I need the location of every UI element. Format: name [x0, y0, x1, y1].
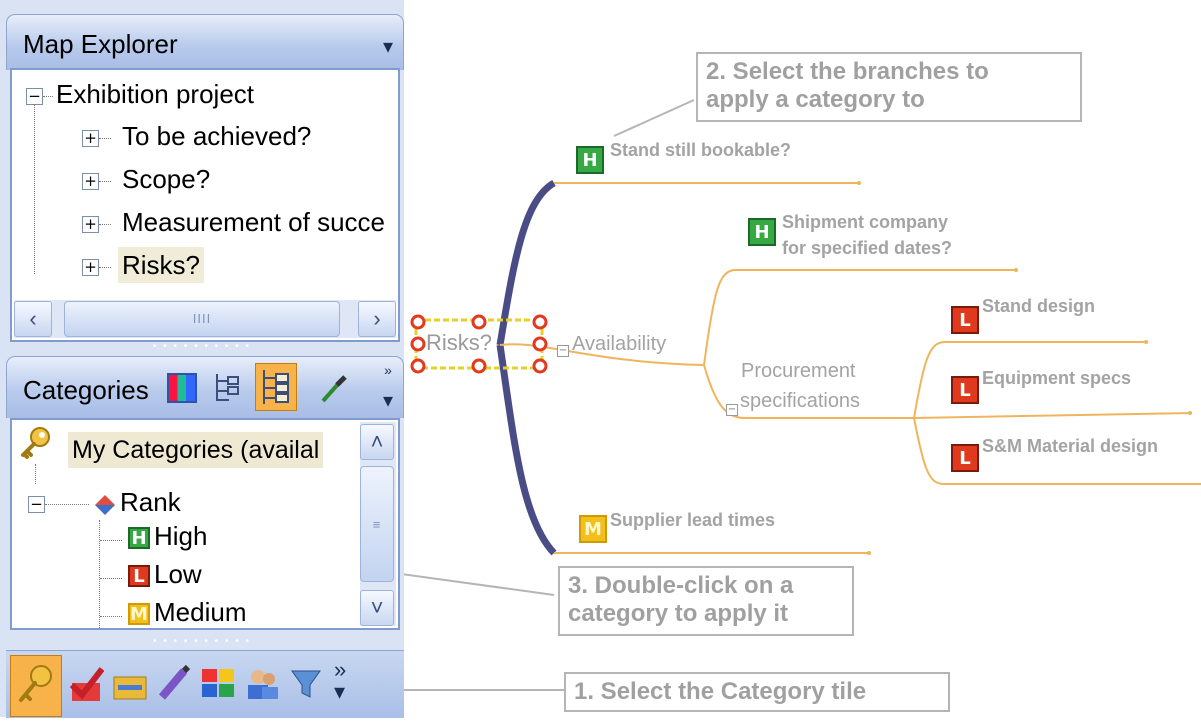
callout-step2-line1: 2. Select the branches to — [706, 58, 989, 85]
callout-step-3: 3. Double-click on a category to apply i… — [558, 566, 854, 636]
pane-menu-icon[interactable]: ▾ — [379, 387, 397, 415]
medium-tag-icon: M — [128, 603, 150, 625]
topic-procurement-line2[interactable]: specifications — [740, 390, 860, 413]
list-view-icon[interactable] — [255, 363, 297, 411]
rank-label[interactable]: Rank — [120, 484, 181, 520]
low-tag-icon: L — [951, 376, 979, 404]
callout-step-1: 1. Select the Category tile — [564, 672, 950, 712]
medium-tag-icon: M — [579, 515, 607, 543]
callout-step-2: 2. Select the branches to apply a catego… — [696, 52, 1082, 122]
tree-item-measurement[interactable]: Measurement of succe — [122, 204, 385, 240]
callout-step1-text: 1. Select the Category tile — [574, 678, 867, 705]
collapse-toggle[interactable]: − — [557, 345, 569, 357]
key-icon[interactable] — [10, 655, 62, 717]
category-low[interactable]: Low — [154, 556, 202, 592]
central-topic[interactable]: Risks? — [426, 330, 492, 356]
contacts-icon[interactable] — [244, 663, 280, 703]
category-high[interactable]: High — [154, 518, 207, 554]
callout-step2-line2: apply a category to — [706, 86, 925, 113]
low-tag-icon: L — [951, 444, 979, 472]
expand-toggle[interactable]: + — [82, 216, 99, 233]
callout-step3-line1: 3. Double-click on a — [568, 572, 794, 599]
topic-shipment-line1[interactable]: Shipment company — [782, 212, 948, 233]
tree-root-label[interactable]: Exhibition project — [56, 76, 254, 112]
tile-bar: » ▾ — [6, 650, 404, 718]
scroll-thumb[interactable]: ≡ — [360, 466, 394, 582]
pane-menu-icon[interactable]: ▾ — [379, 33, 397, 61]
topic-sm-material-design[interactable]: S&M Material design — [982, 436, 1158, 457]
topic-stand-still-bookable[interactable]: Stand still bookable? — [610, 140, 791, 161]
eyedropper-icon[interactable] — [317, 371, 347, 403]
check-icon[interactable] — [68, 663, 105, 703]
rank-icon — [92, 492, 118, 518]
expand-toggle[interactable]: + — [82, 130, 99, 147]
topic-stand-design[interactable]: Stand design — [982, 296, 1095, 317]
scroll-thumb[interactable]: IIII — [64, 301, 340, 337]
scroll-left-icon[interactable]: ‹ — [14, 301, 52, 337]
more-icon[interactable]: » ▾ — [334, 659, 370, 703]
pane-splitter[interactable]: • • • • • • • • • • — [0, 342, 404, 355]
expand-toggle[interactable]: + — [82, 259, 99, 276]
tree-item-scope[interactable]: Scope? — [122, 161, 210, 197]
map-explorer-title: Map Explorer — [23, 29, 178, 59]
high-tag-icon: H — [576, 146, 604, 174]
topic-supplier-lead-times[interactable]: Supplier lead times — [610, 510, 775, 531]
map-explorer-tree: − Exhibition project + To be achieved? +… — [10, 68, 400, 342]
expand-toggle[interactable]: + — [82, 173, 99, 190]
collapse-toggle[interactable]: − — [28, 496, 45, 513]
pen-icon[interactable] — [156, 663, 192, 703]
category-grid-icon[interactable] — [167, 373, 197, 403]
topic-shipment-line2[interactable]: for specified dates? — [782, 238, 952, 259]
low-tag-icon: L — [128, 565, 150, 587]
high-tag-icon: H — [128, 527, 150, 549]
map-explorer-header[interactable]: Map Explorer ▾ — [6, 14, 404, 70]
topic-availability[interactable]: Availability — [572, 333, 666, 356]
category-medium[interactable]: Medium — [154, 594, 246, 628]
topic-equipment-specs[interactable]: Equipment specs — [982, 368, 1131, 389]
filter-icon[interactable] — [288, 663, 324, 703]
topic-procurement-line1[interactable]: Procurement — [741, 360, 856, 383]
high-tag-icon: H — [748, 218, 776, 246]
pane-splitter[interactable]: • • • • • • • • • • — [0, 637, 404, 650]
scroll-right-icon[interactable]: › — [358, 301, 396, 337]
mind-map: Risks? H Stand still bookable? − Availab… — [404, 0, 1201, 717]
low-tag-icon: L — [951, 306, 979, 334]
categories-tree: My Categories (availal − Rank H High L L… — [10, 418, 400, 630]
key-icon — [18, 426, 52, 460]
palette-icon[interactable] — [200, 663, 236, 703]
collapse-toggle[interactable]: − — [26, 88, 43, 105]
folder-icon[interactable] — [112, 663, 148, 703]
main-branch-down — [496, 344, 557, 556]
left-panel: Map Explorer ▾ − Exhibition project + To… — [0, 0, 404, 718]
collapse-toggle[interactable]: − — [726, 404, 738, 416]
tree-item-risks[interactable]: Risks? — [118, 247, 205, 283]
horizontal-scrollbar[interactable]: ‹ IIII › — [14, 300, 396, 338]
scroll-down-icon[interactable]: ˅ — [360, 590, 394, 626]
callout-step3-line2: category to apply it — [568, 600, 789, 627]
my-categories-label[interactable]: My Categories (availal — [68, 432, 324, 468]
categories-header[interactable]: Categories » ▾ — [6, 356, 404, 418]
tree-item-to-be-achieved[interactable]: To be achieved? — [122, 118, 311, 154]
vertical-scrollbar[interactable]: ˄ ≡ ˅ — [360, 422, 396, 626]
categories-title: Categories — [23, 375, 149, 405]
scroll-up-icon[interactable]: ˄ — [360, 424, 394, 460]
tree-view-icon[interactable] — [211, 371, 241, 401]
